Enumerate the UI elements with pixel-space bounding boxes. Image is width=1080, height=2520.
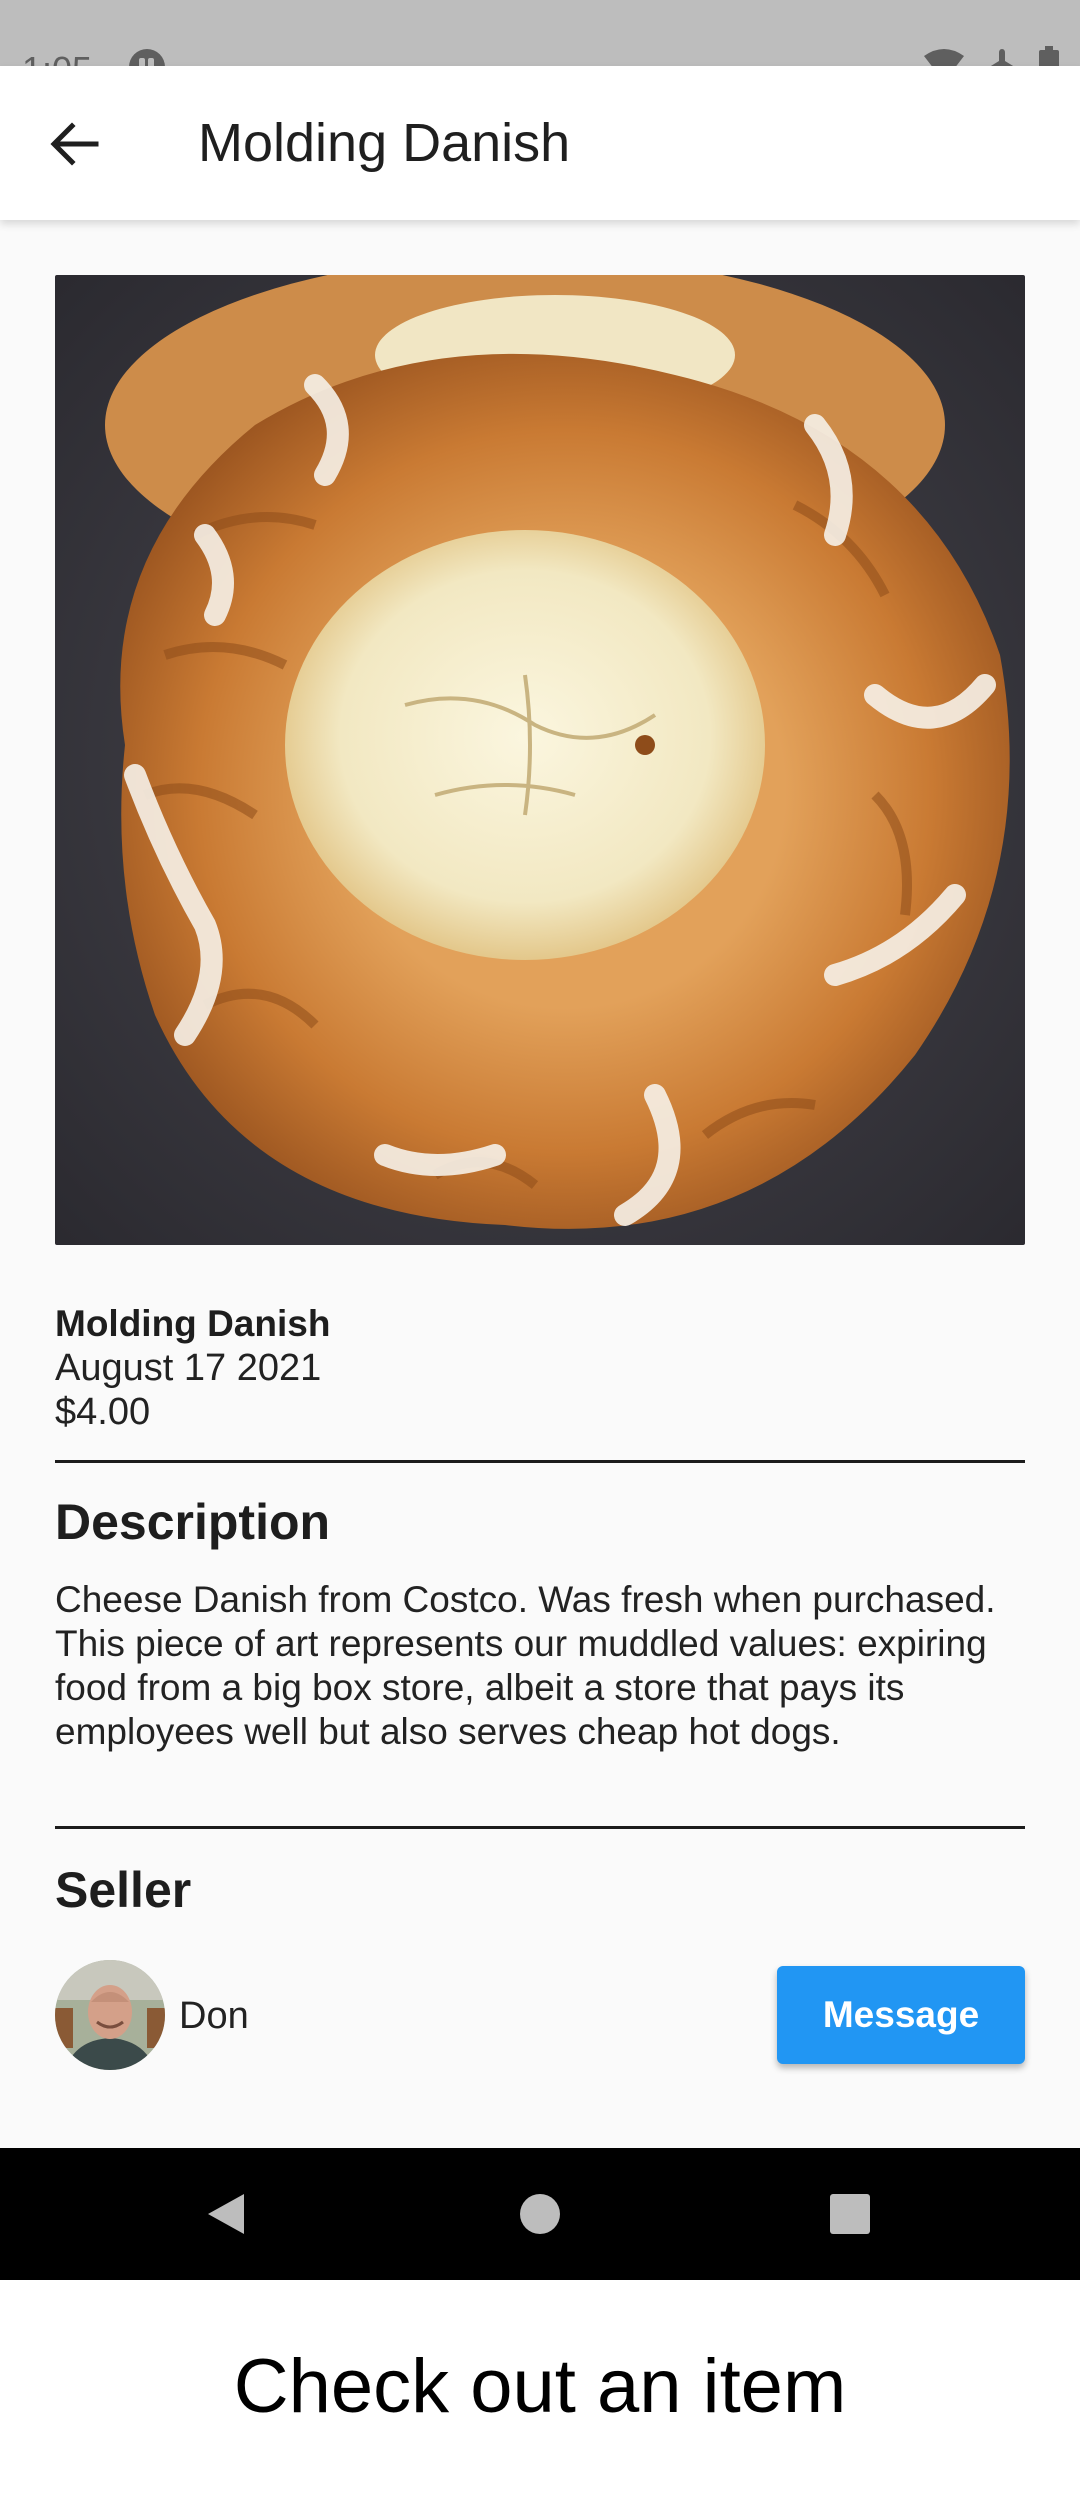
seller-avatar-image [55,1960,165,2070]
divider [55,1460,1025,1463]
page-title: Molding Danish [198,113,571,173]
caption-text: Check out an item [233,2344,847,2429]
item-detail-content: Molding Danish August 17 2021 $4.00 Desc… [0,220,1080,2148]
back-arrow-icon [50,122,99,166]
status-bar: 1:05 [0,0,1080,88]
caption-area: Check out an item [0,2280,1080,2520]
back-triangle-icon [208,2194,244,2234]
nav-home-button[interactable] [510,2184,570,2244]
item-name: Molding Danish [55,1303,331,1344]
description-text: Cheese Danish from Costco. Was fresh whe… [55,1579,996,1752]
item-price: $4.00 [55,1391,151,1433]
item-photo[interactable] [55,275,1025,1245]
nav-recents-button[interactable] [820,2184,880,2244]
nav-back-button[interactable] [196,2184,256,2244]
item-date: August 17 2021 [55,1347,322,1389]
app-bar: Molding Danish [0,66,1080,220]
seller-row: Don Message [55,1960,1025,2070]
recents-square-icon [830,2194,870,2234]
back-button[interactable] [34,104,114,184]
system-nav-bar [0,2148,1080,2280]
home-circle-icon [520,2194,560,2234]
message-button[interactable]: Message [777,1966,1025,2064]
divider [55,1826,1025,1829]
description-heading: Description [55,1494,331,1550]
seller-name: Don [179,1995,249,2037]
screen: 1:05 Molding Danish [0,0,1080,2520]
seller-heading: Seller [55,1862,192,1918]
avatar[interactable] [55,1960,165,2070]
danish-pastry-image [55,275,1025,1245]
